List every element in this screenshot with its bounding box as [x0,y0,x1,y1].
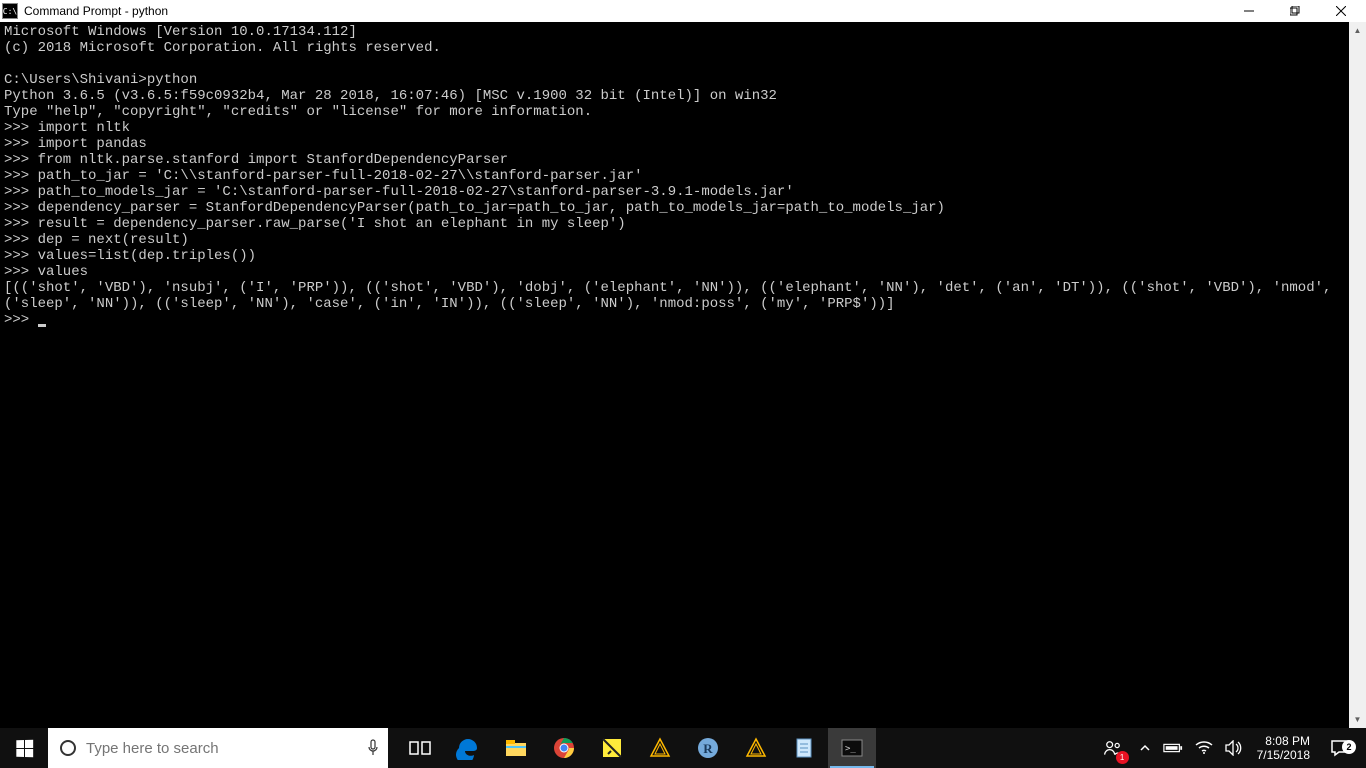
maximize-button[interactable] [1272,0,1318,22]
people-badge: 1 [1116,751,1129,764]
taskbar-icons: R >_ [388,728,876,768]
clock-date: 7/15/2018 [1257,748,1310,762]
wifi-icon[interactable] [1189,728,1219,768]
action-center-icon[interactable]: 2 [1318,738,1362,758]
sticky-notes-icon[interactable] [588,728,636,768]
edge-icon[interactable] [444,728,492,768]
tray-chevron-icon[interactable] [1133,728,1157,768]
terminal-output[interactable]: Microsoft Windows [Version 10.0.17134.11… [0,22,1349,728]
task-view-button[interactable] [396,728,444,768]
notification-badge: 2 [1342,740,1356,754]
taskbar: R >_ 1 8:08 PM 7/15/2018 [0,728,1366,768]
search-input[interactable] [86,740,366,757]
cortana-icon [60,740,76,756]
cmd-taskbar-icon[interactable]: >_ [828,728,876,768]
system-tray: 1 8:08 PM 7/15/2018 2 [1093,728,1366,768]
clock-time: 8:08 PM [1265,734,1310,748]
cmd-icon: C:\ [2,3,18,19]
people-icon[interactable]: 1 [1093,728,1133,768]
minimize-button[interactable] [1226,0,1272,22]
scrollbar[interactable]: ▲ ▼ [1349,22,1366,728]
app-icon-2[interactable] [732,728,780,768]
scroll-track[interactable] [1349,39,1366,711]
close-button[interactable] [1318,0,1364,22]
file-explorer-icon[interactable] [492,728,540,768]
svg-text:R: R [703,741,713,756]
scroll-up-arrow[interactable]: ▲ [1349,22,1366,39]
window-titlebar: C:\ Command Prompt - python [0,0,1366,22]
battery-icon[interactable] [1157,728,1189,768]
start-button[interactable] [0,728,48,768]
scroll-down-arrow[interactable]: ▼ [1349,711,1366,728]
app-icon-1[interactable] [636,728,684,768]
volume-icon[interactable] [1219,728,1249,768]
windows-logo-icon [16,739,33,757]
mic-icon[interactable] [366,739,380,757]
window-controls [1226,0,1364,22]
notepad-icon[interactable] [780,728,828,768]
chrome-icon[interactable] [540,728,588,768]
window-title: Command Prompt - python [24,4,168,18]
clock[interactable]: 8:08 PM 7/15/2018 [1249,734,1318,762]
terminal-area: Microsoft Windows [Version 10.0.17134.11… [0,22,1366,728]
terminal-cursor [38,324,46,327]
search-box[interactable] [48,728,388,768]
svg-text:>_: >_ [845,744,856,754]
rstudio-icon[interactable]: R [684,728,732,768]
